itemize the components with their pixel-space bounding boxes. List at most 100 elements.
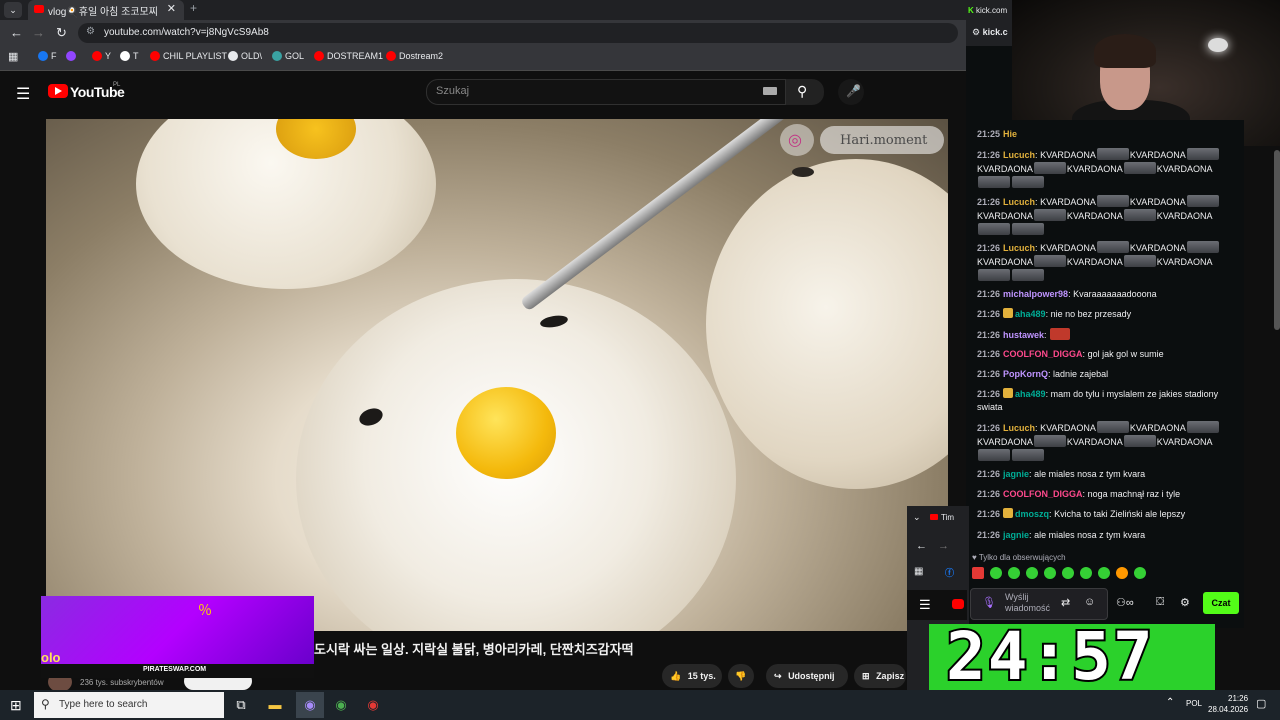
page-scrollbar-thumb[interactable]	[1274, 150, 1280, 330]
bookmark-item[interactable]: GOL	[272, 51, 304, 61]
tray-overflow-icon[interactable]: ⌃	[1166, 697, 1174, 708]
mini-menu-icon[interactable]: ☰	[919, 597, 931, 613]
people-icon[interactable]: ⚇∞	[1116, 596, 1134, 609]
emote-quick[interactable]	[1116, 567, 1128, 579]
chat-username[interactable]: Lucuch	[1003, 150, 1035, 160]
mini-apps-icon[interactable]: ▦	[914, 566, 923, 577]
chat-emote[interactable]	[978, 223, 1010, 235]
forward-button[interactable]: →	[32, 25, 45, 40]
bookmark-item[interactable]: F	[38, 51, 57, 61]
chat-emote[interactable]	[1123, 162, 1156, 174]
notification-icon[interactable]: ▢	[1256, 697, 1266, 710]
tab-search-button[interactable]: ⌄	[4, 2, 22, 18]
chat-emote[interactable]	[1033, 162, 1066, 174]
chat-username[interactable]: Lucuch	[1003, 243, 1035, 253]
new-tab-button[interactable]: +	[190, 1, 197, 15]
chat-emote[interactable]	[1096, 241, 1129, 253]
input-language[interactable]: POL	[1186, 699, 1202, 708]
site-info-icon[interactable]: ⚙	[86, 26, 95, 37]
mini-bookmark-f[interactable]: ⓕ	[945, 566, 954, 579]
bookmark-item[interactable]: Dostream2	[386, 51, 443, 61]
chat-emote[interactable]	[1186, 241, 1219, 253]
translate-icon[interactable]: ⇄	[1061, 596, 1070, 609]
chat-username[interactable]: aha489	[1015, 309, 1046, 319]
chat-emote[interactable]	[1096, 148, 1129, 160]
close-tab-icon[interactable]: ✕	[167, 2, 176, 15]
bookmark-item[interactable]: DOSTREAM1	[314, 51, 383, 61]
emote-quick[interactable]	[1062, 567, 1074, 579]
menu-icon[interactable]: ☰	[16, 84, 30, 104]
chat-username[interactable]: hustawek	[1003, 330, 1044, 340]
chat-emote[interactable]	[1186, 195, 1219, 207]
chat-emote[interactable]	[1012, 449, 1044, 461]
kick-tab[interactable]: K kick.com	[968, 6, 1007, 15]
save-button[interactable]: ⊞ Zapisz	[854, 664, 906, 688]
gift-icon[interactable]: ⛋	[1156, 596, 1164, 609]
chat-username[interactable]: COOLFON_DIGGA	[1003, 489, 1083, 499]
chat-emote[interactable]	[1033, 435, 1066, 447]
chat-username[interactable]: michalpower98	[1003, 289, 1068, 299]
bookmark-item[interactable]: Y	[92, 51, 111, 61]
like-button[interactable]: 👍 15 tys.	[662, 664, 722, 688]
chat-username[interactable]: Hie	[1003, 129, 1017, 139]
emote-quick[interactable]	[1080, 567, 1092, 579]
chat-emote[interactable]	[978, 176, 1010, 188]
system-clock[interactable]: 21:26 28.04.2026	[1208, 693, 1248, 715]
emote-quick[interactable]	[1008, 567, 1020, 579]
chat-username[interactable]: Lucuch	[1003, 423, 1035, 433]
back-button[interactable]: ←	[10, 25, 23, 40]
chat-emote[interactable]	[1012, 176, 1044, 188]
chat-emote[interactable]	[1096, 421, 1129, 433]
keyboard-icon[interactable]	[763, 87, 777, 95]
chat-emote[interactable]	[1123, 255, 1156, 267]
chat-username[interactable]: PopKornQ	[1003, 369, 1048, 379]
emote-quick[interactable]	[1044, 567, 1056, 579]
file-explorer-icon[interactable]: ▬	[264, 695, 286, 715]
chat-emote[interactable]	[1012, 223, 1044, 235]
mini-forward-button[interactable]: →	[938, 540, 949, 552]
chat-username[interactable]: COOLFON_DIGGA	[1003, 349, 1083, 359]
chat-emote[interactable]	[1033, 255, 1066, 267]
chat-emote[interactable]	[1123, 435, 1156, 447]
chat-emote[interactable]	[1050, 328, 1071, 340]
chat-username[interactable]: dmoszq	[1015, 509, 1049, 519]
emote-quick[interactable]	[972, 567, 984, 579]
chat-emote[interactable]	[978, 449, 1010, 461]
chat-send-button[interactable]: Czat	[1203, 592, 1239, 614]
chat-emote[interactable]	[1186, 148, 1219, 160]
mini-tab-title[interactable]: Tim	[930, 513, 954, 522]
mini-back-button[interactable]: ←	[916, 540, 927, 552]
video-player[interactable]	[46, 119, 948, 631]
microphone-icon[interactable]: 🎙	[982, 596, 996, 609]
mini-tab-menu[interactable]: ⌄	[913, 512, 921, 523]
obs-icon[interactable]: ◉	[362, 695, 384, 715]
chat-username[interactable]: jagnie	[1003, 469, 1029, 479]
emoji-icon[interactable]: ☺	[1084, 596, 1095, 608]
browser-tab-youtube[interactable]: vlog🍳휴일 아침 조코모찌 ✕	[28, 0, 184, 20]
chat-emote[interactable]	[1123, 209, 1156, 221]
chat-emote[interactable]	[1033, 209, 1066, 221]
chat-emote[interactable]	[978, 269, 1010, 281]
settings-icon[interactable]: ⚙	[1180, 596, 1190, 609]
emote-quick[interactable]	[990, 567, 1002, 579]
kick-settings-icon[interactable]: ⚙	[972, 27, 983, 37]
chat-username[interactable]: aha489	[1015, 389, 1046, 399]
bookmark-item[interactable]: OLD\	[228, 51, 262, 61]
chat-emote[interactable]	[1096, 195, 1129, 207]
emote-quick[interactable]	[1098, 567, 1110, 579]
chat-emote[interactable]	[1186, 421, 1219, 433]
windows-start-icon[interactable]: ⊞	[10, 697, 22, 714]
reload-button[interactable]: ↻	[56, 25, 67, 41]
bookmark-item[interactable]	[66, 51, 79, 61]
chat-emote[interactable]	[1012, 269, 1044, 281]
chat-username[interactable]: Lucuch	[1003, 197, 1035, 207]
emote-quick[interactable]	[1026, 567, 1038, 579]
task-view-icon[interactable]: ⧉	[230, 695, 252, 715]
chrome-icon[interactable]: ◉	[330, 695, 352, 715]
bookmark-item[interactable]: CHIL PLAYLIST	[150, 51, 227, 61]
bookmark-item[interactable]: T	[120, 51, 139, 61]
dislike-button[interactable]: 👎	[728, 664, 754, 688]
search-input[interactable]	[426, 79, 786, 105]
apps-grid-icon[interactable]: ▦	[8, 50, 18, 63]
chrome-profile-icon[interactable]: ◉	[299, 695, 321, 715]
